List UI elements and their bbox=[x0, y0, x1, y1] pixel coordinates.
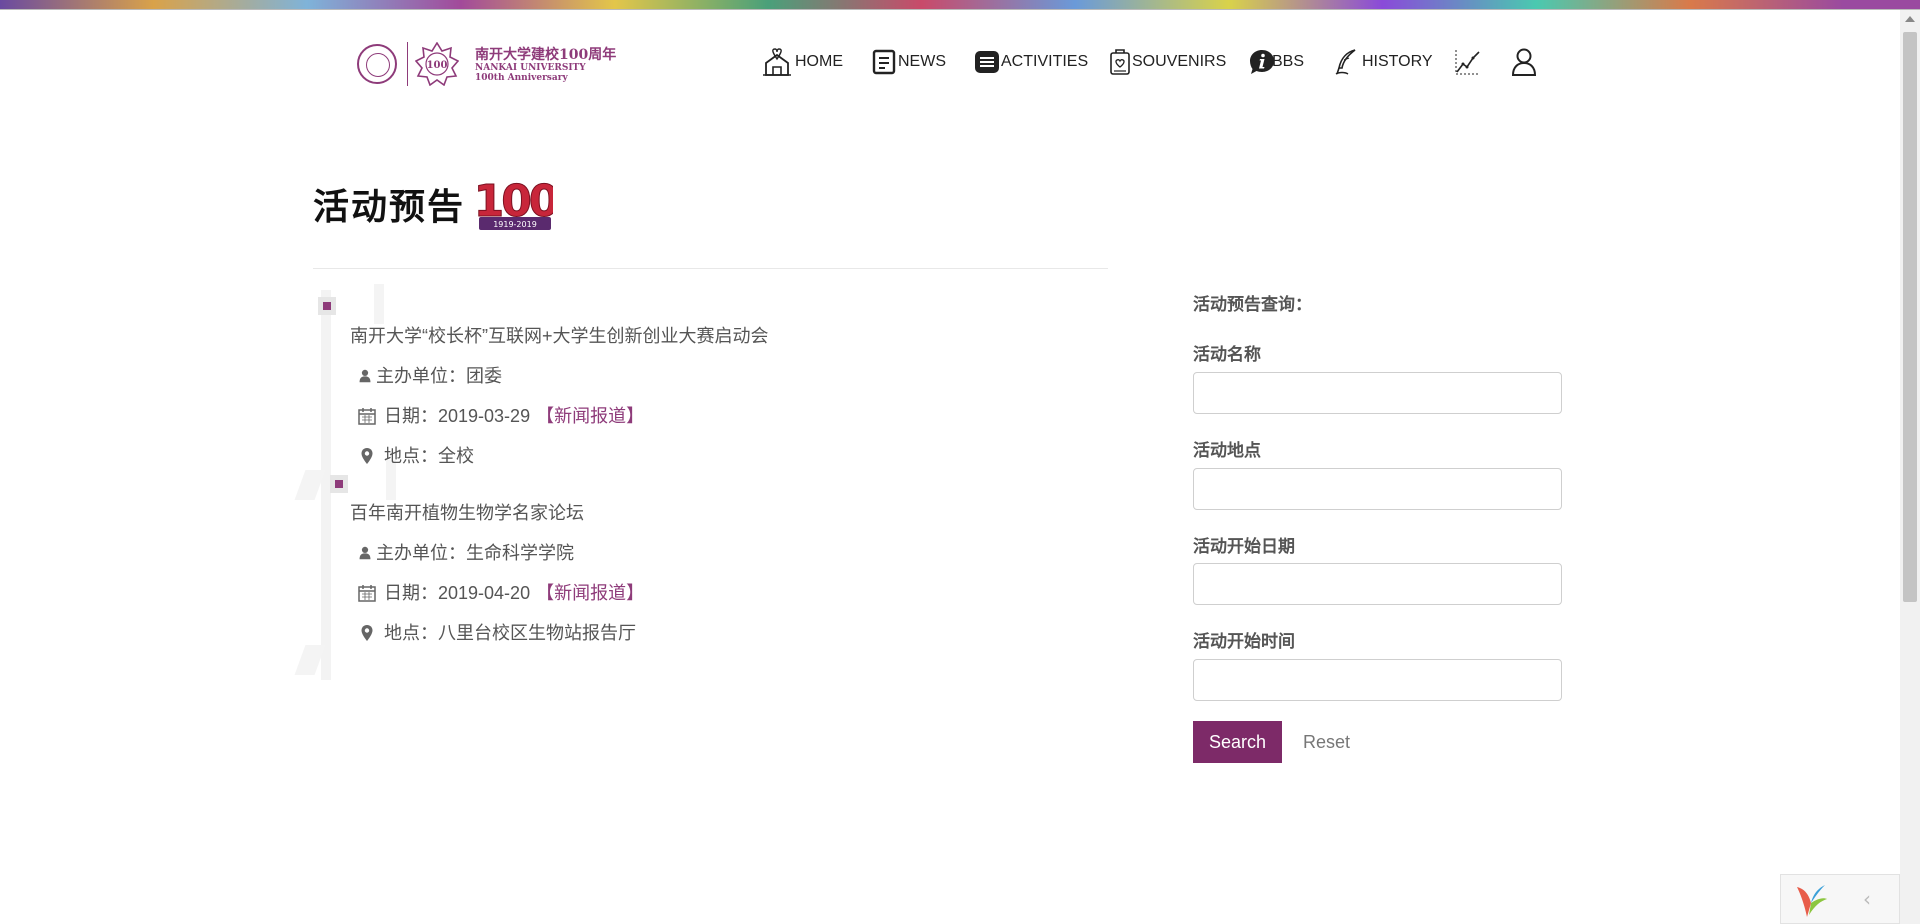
page-scrollbar[interactable] bbox=[1900, 10, 1920, 924]
user-icon bbox=[359, 546, 371, 560]
logo-divider bbox=[407, 42, 408, 86]
activity-name-input[interactable] bbox=[1193, 372, 1562, 414]
event-location: 地点：全校 bbox=[384, 446, 474, 466]
nav-bbs[interactable]: BBS bbox=[1248, 48, 1304, 76]
activities-icon bbox=[975, 51, 999, 73]
nav-home[interactable]: HOME bbox=[762, 48, 843, 76]
event-date: 2019-04-20 bbox=[438, 583, 531, 603]
university-seal-icon bbox=[357, 44, 397, 84]
event-organizer: 主办单位：生命科学学院 bbox=[376, 543, 574, 563]
event-date: 2019-03-29 bbox=[438, 406, 531, 426]
event-location: 地点：八里台校区生物站报告厅 bbox=[384, 623, 636, 643]
event-location-row: 地点：全校 bbox=[358, 444, 474, 468]
event-date-row: 日期： 2019-04-20 【新闻报道】 bbox=[358, 581, 644, 605]
search-form-heading: 活动预告查询： bbox=[1193, 295, 1312, 314]
nav-user[interactable] bbox=[1510, 48, 1538, 76]
event-title[interactable]: 百年南开植物生物学名家论坛 bbox=[350, 501, 1070, 525]
nav-activities-label: ACTIVITIES bbox=[1001, 53, 1089, 70]
news-report-link[interactable]: 【新闻报道】 bbox=[536, 581, 644, 605]
logo-badge-number: 100 bbox=[427, 60, 448, 71]
user-icon bbox=[1511, 48, 1537, 76]
nav-history-label: HISTORY bbox=[1362, 53, 1433, 70]
event-date-label: 日期： bbox=[384, 406, 438, 426]
calendar-icon bbox=[358, 408, 376, 425]
event-organizer: 主办单位：团委 bbox=[376, 366, 502, 386]
page-title: 活动预告 bbox=[313, 186, 466, 228]
nav-chart[interactable] bbox=[1454, 48, 1482, 76]
scroll-up-arrow-icon[interactable] bbox=[1905, 16, 1915, 22]
top-strip-border bbox=[0, 9, 1920, 10]
logo-english-line2: 100th Anniversary bbox=[475, 73, 568, 83]
activity-start-time-label: 活动开始时间 bbox=[1193, 632, 1295, 651]
search-button[interactable]: Search bbox=[1193, 721, 1282, 763]
event-location-row: 地点：八里台校区生物站报告厅 bbox=[358, 621, 636, 645]
yii-logo-icon bbox=[1797, 885, 1827, 917]
timeline-marker bbox=[330, 475, 348, 493]
event-title[interactable]: 南开大学“校长杯”互联网+大学生创新创业大赛启动会 bbox=[350, 324, 1070, 348]
news-report-link[interactable]: 【新闻报道】 bbox=[536, 404, 644, 428]
timeline-marker bbox=[318, 297, 336, 315]
map-pin-icon bbox=[361, 448, 373, 464]
logo-english-text: NANKAI UNIVERSITY 100th Anniversary bbox=[475, 63, 586, 83]
event-item: 百年南开植物生物学名家论坛 主办单位：生命科学学院 日期： 2019-04-20… bbox=[350, 501, 1070, 651]
nav-souvenirs[interactable]: SOUVENIRS bbox=[1109, 48, 1226, 76]
logo-chinese-text: 南开大学建校100周年 bbox=[475, 47, 617, 63]
activity-name-label: 活动名称 bbox=[1193, 345, 1261, 364]
nav-history[interactable]: HISTORY bbox=[1333, 48, 1433, 76]
collapse-arrow-icon[interactable]: ‹ bbox=[1863, 887, 1871, 911]
activity-start-time-input[interactable] bbox=[1193, 659, 1562, 701]
event-organizer-row: 主办单位：生命科学学院 bbox=[358, 541, 574, 565]
user-icon bbox=[359, 369, 371, 383]
activity-location-label: 活动地点 bbox=[1193, 441, 1261, 460]
quill-icon bbox=[1335, 49, 1356, 75]
event-date-label: 日期： bbox=[384, 583, 438, 603]
nav-souvenirs-label: SOUVENIRS bbox=[1132, 53, 1227, 70]
timeline-decoration bbox=[374, 284, 384, 324]
calendar-icon bbox=[358, 585, 376, 602]
title-divider bbox=[313, 268, 1108, 269]
nav-activities[interactable]: ACTIVITIES bbox=[974, 48, 1088, 76]
nav-bbs-label: BBS bbox=[1272, 53, 1305, 70]
event-item: 南开大学“校长杯”互联网+大学生创新创业大赛启动会 主办单位：团委 日期： 20… bbox=[350, 324, 1070, 474]
floating-widget[interactable]: ‹ bbox=[1780, 874, 1900, 924]
activity-location-input[interactable] bbox=[1193, 468, 1562, 510]
news-icon bbox=[872, 49, 896, 75]
reset-button[interactable]: Reset bbox=[1303, 721, 1350, 763]
badge-years-text: 1919-2019 bbox=[493, 220, 537, 229]
chart-icon bbox=[1455, 50, 1480, 75]
site-logo[interactable]: 100 南开大学建校100周年 NANKAI UNIVERSITY 100th … bbox=[355, 40, 616, 90]
logo-english-line1: NANKAI UNIVERSITY bbox=[475, 63, 586, 73]
centennial-100-badge-icon: 100 1919-2019 bbox=[477, 177, 553, 230]
top-decorative-strip bbox=[0, 0, 1920, 9]
map-pin-icon bbox=[361, 625, 373, 641]
nav-news-label: NEWS bbox=[898, 53, 946, 70]
anniversary-star-badge-icon: 100 bbox=[415, 42, 459, 86]
nav-home-label: HOME bbox=[795, 53, 843, 70]
nav-news[interactable]: NEWS bbox=[872, 48, 946, 76]
souvenirs-icon bbox=[1110, 49, 1130, 75]
home-icon bbox=[763, 48, 791, 76]
activity-start-date-label: 活动开始日期 bbox=[1193, 537, 1295, 556]
scroll-thumb[interactable] bbox=[1903, 32, 1917, 602]
event-organizer-row: 主办单位：团委 bbox=[358, 364, 502, 388]
event-date-row: 日期： 2019-03-29 【新闻报道】 bbox=[358, 404, 644, 428]
activity-start-date-input[interactable] bbox=[1193, 563, 1562, 605]
